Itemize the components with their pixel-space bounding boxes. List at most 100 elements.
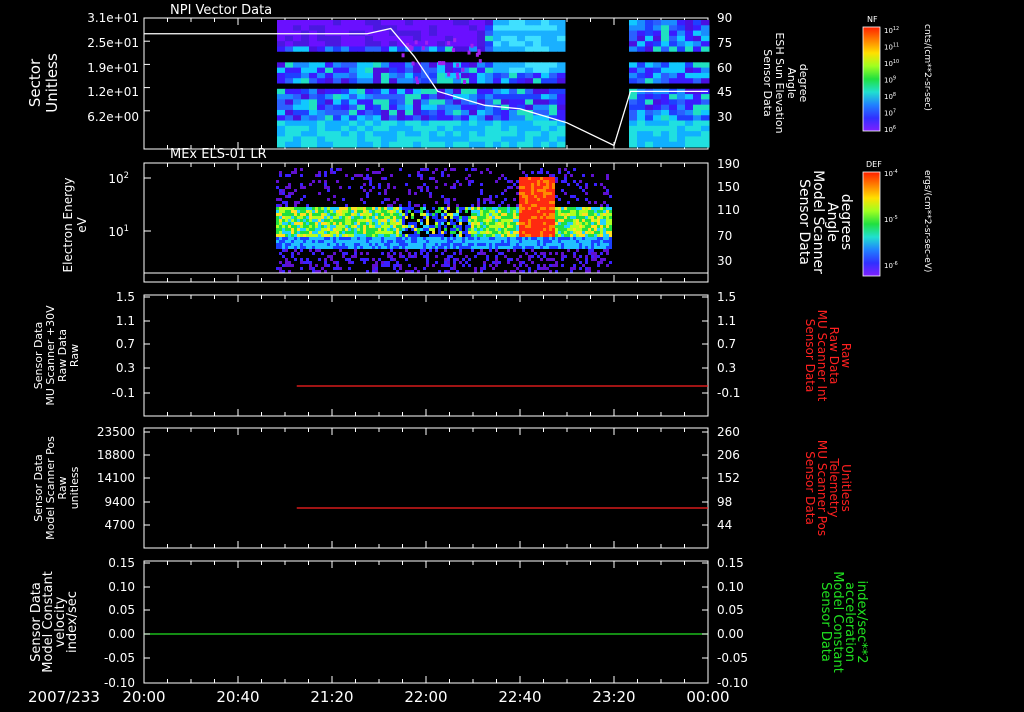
spec-cell [609, 228, 612, 231]
heat-cell [661, 67, 670, 74]
spec-cell [384, 261, 387, 264]
spec-cell [522, 222, 525, 225]
spec-cell [606, 174, 609, 177]
heat-cell [533, 20, 542, 26]
spec-cell [564, 240, 567, 243]
spec-cell [300, 231, 303, 234]
spec-cell [414, 231, 417, 234]
spec-cell [282, 216, 285, 219]
heat-cell [541, 120, 550, 127]
spec-cell [597, 237, 600, 240]
spec-cell [387, 264, 390, 267]
y-tick-label-left: 23500 [97, 425, 135, 439]
heat-cell [685, 35, 694, 42]
spec-cell [357, 216, 360, 219]
heat-cell [309, 141, 318, 148]
spec-cell [579, 228, 582, 231]
spec-cell [285, 222, 288, 225]
spec-cell [285, 174, 288, 177]
heat-cell [357, 136, 366, 143]
spec-cell [312, 219, 315, 222]
spec-cell [420, 168, 423, 171]
spec-cell [444, 258, 447, 261]
heat-cell [685, 30, 694, 37]
spec-cell [309, 243, 312, 246]
heat-cell [661, 41, 670, 47]
heat-cell [693, 115, 702, 122]
time-tick-label: 00:00 [686, 688, 729, 706]
spec-cell [420, 222, 423, 225]
spec-cell [366, 258, 369, 261]
spec-cell [348, 222, 351, 225]
spec-cell [372, 258, 375, 261]
spec-cell [420, 189, 423, 192]
heat-cell [637, 72, 646, 79]
spec-cell [372, 264, 375, 267]
spec-cell [294, 189, 297, 192]
spec-cell [582, 189, 585, 192]
spec-cell [567, 207, 570, 210]
spec-cell [546, 231, 549, 234]
heat-cell [293, 104, 302, 111]
spec-cell [324, 213, 327, 216]
heat-cell [341, 67, 350, 74]
heat-cell [285, 131, 294, 137]
spec-cell [375, 237, 378, 240]
spec-cell [363, 261, 366, 264]
spec-cell [525, 207, 528, 210]
spec-cell [441, 234, 444, 237]
y-tick-label-left-base: 10 [108, 172, 123, 186]
spec-cell [333, 267, 336, 270]
heat-cell [349, 136, 358, 143]
spec-cell [588, 213, 591, 216]
heat-cell [349, 131, 358, 137]
heat-cell [557, 72, 566, 79]
spec-cell [606, 237, 609, 240]
heat-cell [517, 120, 526, 127]
spec-cell [408, 252, 411, 255]
spec-cell [435, 186, 438, 189]
heat-cell [317, 120, 326, 127]
heat-cell [509, 72, 518, 79]
spec-cell [510, 258, 513, 261]
spec-cell [285, 246, 288, 249]
heat-cell [469, 136, 478, 143]
heat-cell [533, 62, 542, 69]
spec-cell [546, 183, 549, 186]
spec-cell [606, 246, 609, 249]
heat-cell [685, 57, 694, 63]
spec-cell [393, 210, 396, 213]
heat-cell [509, 109, 518, 116]
heat-cell [629, 30, 638, 37]
heat-cell [461, 20, 470, 26]
heat-cell [525, 51, 534, 58]
spec-cell [465, 246, 468, 249]
spec-cell [519, 255, 522, 258]
y-tick-label-right: 110 [717, 203, 740, 217]
spec-cell [441, 240, 444, 243]
spec-cell [372, 234, 375, 237]
spec-cell [387, 183, 390, 186]
spec-cell [576, 225, 579, 228]
heat-cell [389, 125, 398, 132]
y-tick-label-right: 90 [717, 11, 732, 25]
spec-cell [366, 231, 369, 234]
y-label-line: ESH Sun Elevation [773, 32, 786, 133]
spec-cell [297, 210, 300, 213]
spec-cell [351, 219, 354, 222]
spec-cell [318, 240, 321, 243]
spec-cell [552, 264, 555, 267]
heat-cell [629, 83, 638, 90]
spec-cell [423, 216, 426, 219]
spec-cell [366, 207, 369, 210]
heat-cell [541, 125, 550, 132]
spec-cell [375, 207, 378, 210]
heat-cell [389, 99, 398, 106]
spec-cell [531, 255, 534, 258]
heat-cell [685, 83, 694, 90]
spec-cell [453, 198, 456, 201]
heat-cell [645, 120, 654, 127]
spec-cell [516, 231, 519, 234]
spec-cell [321, 252, 324, 255]
spec-cell [585, 243, 588, 246]
